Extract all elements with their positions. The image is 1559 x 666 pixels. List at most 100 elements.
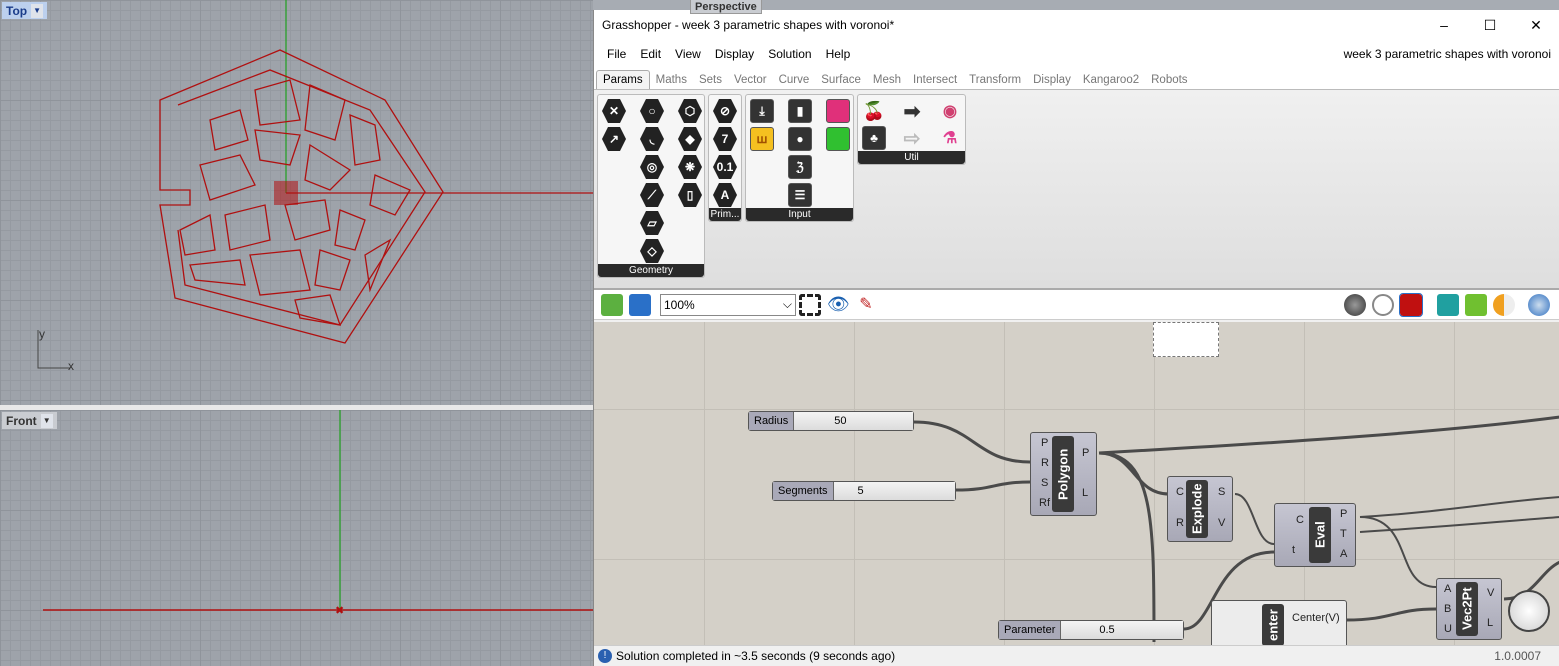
y-axis-label: y [39,327,45,341]
toggle-icon[interactable]: ▮ [788,99,812,123]
tab-maths[interactable]: Maths [650,71,693,89]
zoom-dropdown[interactable]: 100% ⌵ [660,293,796,316]
x-axis-label: x [68,359,74,373]
arc-param-icon[interactable]: ◟ [640,127,664,151]
point-param-icon[interactable]: ✕ [602,99,626,123]
radius-value[interactable]: 50 [794,412,913,430]
mesh-settings-icon[interactable] [1437,293,1459,316]
tab-intersect[interactable]: Intersect [907,71,963,89]
box-param-icon[interactable]: ⬡ [678,99,702,123]
tab-vector[interactable]: Vector [728,71,773,89]
perspective-viewport-label[interactable]: Perspective [690,0,762,14]
circle-param-icon[interactable]: ○ [640,99,664,123]
number-slider-icon[interactable]: ⤓ [750,99,774,123]
ribbon: ✕ ↗ ○ ◟ ◎ ⟋ ▱ ◇ ⬡ ◆ ❋ ▯ Geometry ⊘ 7 0.1… [594,90,1559,290]
radius-slider[interactable]: Radius 50 [748,411,914,431]
tab-robots[interactable]: Robots [1145,71,1193,89]
tab-params[interactable]: Params [596,70,650,89]
version-label: 1.0.0007 [1494,649,1541,663]
panel-input-label[interactable]: Input [746,208,853,221]
colour-swatch-icon[interactable] [826,127,850,151]
integer-param-icon[interactable]: 7 [713,127,737,151]
close-button[interactable]: ✕ [1513,17,1559,34]
gradient-icon[interactable] [826,99,850,123]
tab-mesh[interactable]: Mesh [867,71,907,89]
panel-icon[interactable]: ℨ [788,155,812,179]
menu-solution[interactable]: Solution [768,47,811,61]
data-dam-icon[interactable]: ◉ [938,99,962,123]
front-axes: ✖ [43,410,593,617]
panel-util: 🍒 ♣ ➡ ⇨ ◉ ⚗ Util [857,94,966,165]
empty-panel[interactable] [1153,322,1219,357]
info-icon: ! [598,649,612,663]
tab-curve[interactable]: Curve [773,71,816,89]
plane-param-icon[interactable]: ▱ [640,211,664,235]
panel-input: ⤓ ꟺ ▮ ● ℨ ☰ Input [745,94,854,222]
top-viewport[interactable]: Top ▼ y x [0,0,593,405]
panel-geometry: ✕ ↗ ○ ◟ ◎ ⟋ ▱ ◇ ⬡ ◆ ❋ ▯ Geometry [597,94,705,278]
preview-selected-icon[interactable] [1399,292,1423,317]
menu-view[interactable]: View [675,47,701,61]
tab-surface[interactable]: Surface [815,71,867,89]
tab-sets[interactable]: Sets [693,71,728,89]
parameter-slider[interactable]: Parameter 0.5 [998,620,1184,640]
flask-icon[interactable]: ⚗ [938,126,962,150]
grasshopper-canvas[interactable]: Radius 50 Segments 5 Parameter 0.5 P R S… [594,322,1559,645]
button-icon[interactable]: ● [788,127,812,151]
arrow-light-icon[interactable]: ⇨ [900,126,924,150]
save-file-icon[interactable] [629,293,651,316]
navigation-wheel-icon[interactable] [1508,590,1550,632]
preview-wireframe-icon[interactable] [1344,293,1366,316]
rectangle-param-icon[interactable]: ◇ [640,239,664,263]
status-bar: ! Solution completed in ~3.5 seconds (9 … [594,645,1559,666]
evaluate-curve-component[interactable]: C t Eval P T A [1274,503,1356,567]
panel-primitive-label[interactable]: Prim... [709,208,741,221]
preview-eye-icon[interactable]: 👁 [827,294,850,316]
tab-display[interactable]: Display [1027,71,1077,89]
material-icon[interactable] [1493,293,1515,316]
boolean-param-icon[interactable]: ⊘ [713,99,737,123]
tab-kangaroo2[interactable]: Kangaroo2 [1077,71,1145,89]
menu-display[interactable]: Display [715,47,754,61]
sketch-pen-icon[interactable]: ✎ [855,294,877,316]
maximize-button[interactable]: ☐ [1467,17,1513,34]
menu-help[interactable]: Help [826,47,851,61]
parameter-value[interactable]: 0.5 [1061,621,1183,639]
arrow-dark-icon[interactable]: ➡ [900,99,924,123]
title-bar[interactable]: Grasshopper - week 3 parametric shapes w… [594,10,1559,40]
grasshopper-window: Grasshopper - week 3 parametric shapes w… [593,10,1559,666]
panel-primitive: ⊘ 7 0.1 A Prim... [708,94,742,222]
segments-value[interactable]: 5 [833,482,955,500]
open-file-icon[interactable] [601,293,623,316]
minimize-button[interactable]: – [1421,17,1467,34]
preview-shaded-icon[interactable] [1372,293,1394,316]
front-viewport[interactable]: Front ▼ ✖ [0,410,593,666]
brep-param-icon[interactable]: ◆ [678,127,702,151]
mesh-param-icon[interactable]: ❋ [678,155,702,179]
center-component[interactable]: enter Center(V) [1211,600,1347,645]
polygon-component[interactable]: P R S Rf Polygon P L [1030,432,1097,516]
segments-slider[interactable]: Segments 5 [772,481,956,501]
vector-param-icon[interactable]: ↗ [602,127,626,151]
cherry-picker-icon[interactable]: 🍒 [862,99,886,123]
surface-param-icon[interactable]: ▯ [678,183,702,207]
panel-geometry-label[interactable]: Geometry [598,264,704,277]
zoom-extents-icon[interactable] [799,293,821,316]
tab-transform[interactable]: Transform [963,71,1027,89]
menu-edit[interactable]: Edit [640,47,661,61]
vec2pt-component[interactable]: A B U Vec2Pt V L [1436,578,1502,640]
menu-bar: File Edit View Display Solution Help wee… [594,40,1559,68]
value-list-icon[interactable]: ☰ [788,183,812,207]
number-param-icon[interactable]: 0.1 [713,155,737,179]
graph-mapper-icon[interactable]: ꟺ [750,127,774,151]
tree-icon[interactable]: ♣ [862,126,886,150]
surface-settings-icon[interactable] [1465,293,1487,316]
display-sphere-icon[interactable] [1528,293,1550,316]
explode-component[interactable]: C R Explode S V [1167,476,1233,542]
status-message: Solution completed in ~3.5 seconds (9 se… [616,649,896,663]
menu-file[interactable]: File [607,47,626,61]
line-param-icon[interactable]: ⟋ [640,183,664,207]
panel-util-label[interactable]: Util [858,151,965,164]
text-param-icon[interactable]: A [713,183,737,207]
curve-param-icon[interactable]: ◎ [640,155,664,179]
